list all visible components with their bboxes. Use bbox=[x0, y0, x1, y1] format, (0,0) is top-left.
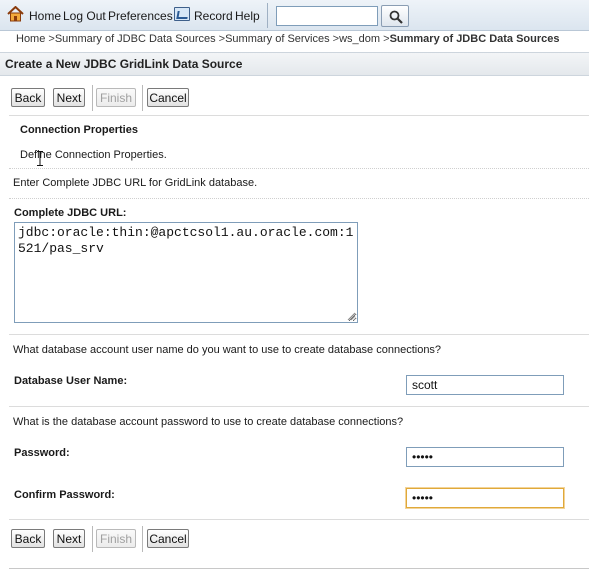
divider bbox=[9, 198, 589, 199]
breadcrumb-services[interactable]: Summary of Services bbox=[225, 33, 330, 45]
button-divider bbox=[92, 526, 93, 552]
divider bbox=[9, 168, 589, 169]
search-input[interactable] bbox=[276, 6, 378, 26]
confirm-password-label: Confirm Password: bbox=[14, 489, 115, 501]
section-heading-connection: Connection Properties bbox=[20, 124, 138, 136]
search-button[interactable] bbox=[381, 5, 409, 27]
breadcrumb-separator: > bbox=[329, 33, 340, 45]
breadcrumb-separator: > bbox=[380, 33, 390, 45]
help-link[interactable]: Help bbox=[235, 9, 260, 23]
breadcrumb-separator: > bbox=[45, 33, 55, 45]
password-prompt: What is the database account password to… bbox=[13, 416, 404, 428]
username-prompt: What database account user name do you w… bbox=[13, 344, 442, 356]
url-prompt: Enter Complete JDBC URL for GridLink dat… bbox=[13, 177, 258, 189]
password-mask: ••••• bbox=[412, 450, 434, 464]
resize-grip-icon[interactable] bbox=[346, 311, 356, 321]
breadcrumb-separator: > bbox=[215, 33, 226, 45]
username-label: Database User Name: bbox=[14, 375, 128, 387]
back-button[interactable]: Back bbox=[11, 88, 45, 107]
page-title: Create a New JDBC GridLink Data Source bbox=[5, 57, 243, 71]
confirm-password-field[interactable]: ••••• bbox=[406, 488, 564, 508]
finish-button[interactable]: Finish bbox=[96, 88, 136, 107]
preferences-link[interactable]: Preferences bbox=[108, 9, 173, 23]
jdbc-url-textarea[interactable]: jdbc:oracle:thin:@apctcsol1.au.oracle.co… bbox=[14, 222, 358, 323]
back-button-bottom[interactable]: Back bbox=[11, 529, 45, 548]
divider bbox=[9, 519, 589, 520]
divider bbox=[9, 334, 589, 335]
password-field[interactable]: ••••• bbox=[406, 447, 564, 467]
logout-link[interactable]: Log Out bbox=[63, 9, 106, 23]
record-link[interactable]: Record bbox=[194, 9, 233, 23]
text-cursor-icon bbox=[37, 151, 43, 166]
divider bbox=[9, 568, 589, 569]
finish-button-bottom[interactable]: Finish bbox=[96, 529, 136, 548]
breadcrumb-jdbc-data-sources[interactable]: Summary of JDBC Data Sources bbox=[55, 33, 216, 45]
password-label: Password: bbox=[14, 447, 70, 459]
breadcrumb: Home >Summary of JDBC Data Sources >Summ… bbox=[16, 33, 560, 47]
username-field[interactable] bbox=[406, 375, 564, 395]
url-label: Complete JDBC URL: bbox=[14, 207, 127, 219]
button-divider bbox=[142, 526, 143, 552]
page-header: Create a New JDBC GridLink Data Source bbox=[0, 52, 589, 76]
cancel-button[interactable]: Cancel bbox=[147, 88, 189, 107]
button-divider bbox=[142, 85, 143, 111]
next-button[interactable]: Next bbox=[53, 88, 85, 107]
next-button-bottom[interactable]: Next bbox=[53, 529, 85, 548]
divider bbox=[9, 406, 589, 407]
breadcrumb-ws-dom[interactable]: ws_dom bbox=[339, 33, 380, 45]
search-icon bbox=[389, 10, 403, 24]
breadcrumb-current: Summary of JDBC Data Sources bbox=[389, 33, 560, 45]
home-link[interactable]: Home bbox=[29, 9, 61, 23]
breadcrumb-home[interactable]: Home bbox=[16, 33, 45, 45]
button-divider bbox=[92, 85, 93, 111]
record-icon[interactable] bbox=[174, 7, 190, 21]
top-toolbar: Home Log Out Preferences Record Help bbox=[0, 0, 589, 31]
toolbar-divider bbox=[267, 3, 268, 28]
cancel-button-bottom[interactable]: Cancel bbox=[147, 529, 189, 548]
home-icon[interactable] bbox=[7, 6, 24, 22]
divider bbox=[9, 115, 589, 116]
confirm-password-mask: ••••• bbox=[412, 491, 434, 505]
